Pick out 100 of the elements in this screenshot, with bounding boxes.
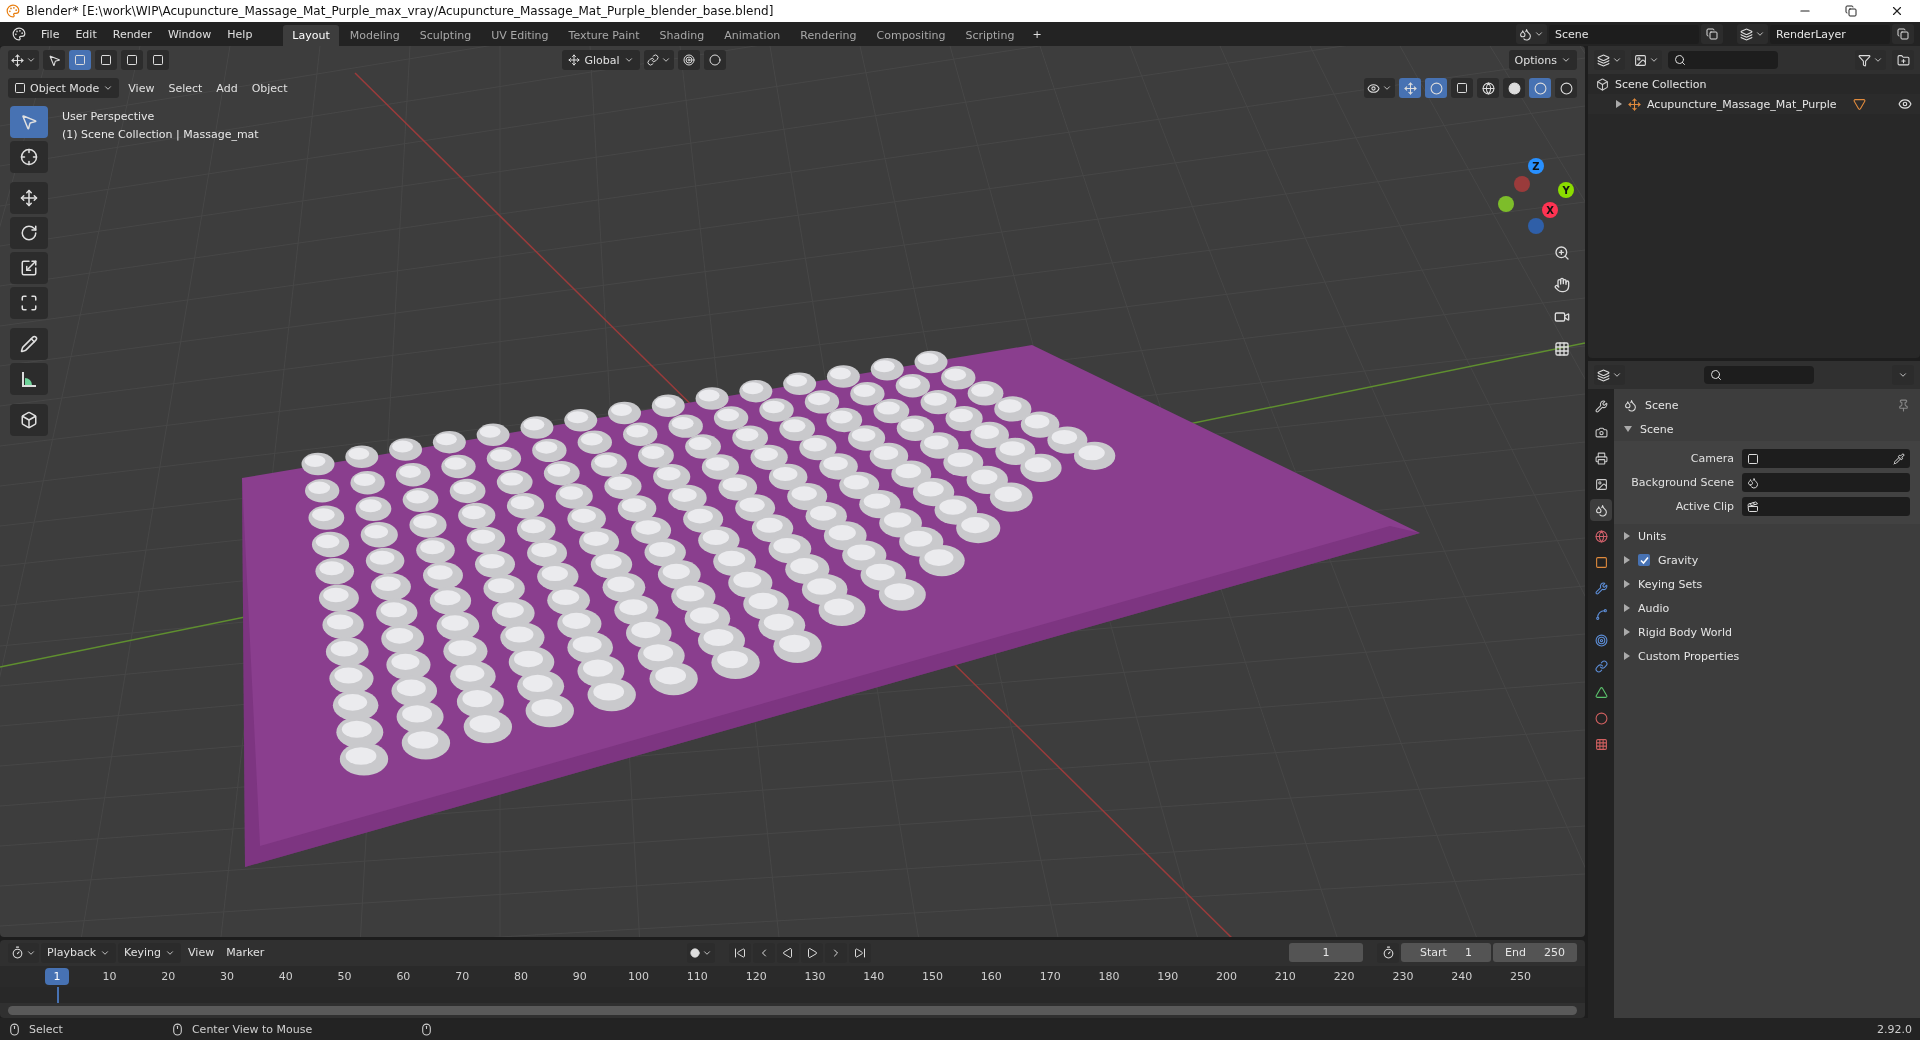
- panel-header[interactable]: Custom Properties: [1638, 649, 1740, 663]
- new-scene-button[interactable]: [1701, 24, 1723, 44]
- transform-orientation-dropdown[interactable]: Global: [562, 50, 640, 70]
- timeline-menu-item[interactable]: View: [183, 944, 220, 962]
- add-cube-tool-button[interactable]: [10, 404, 48, 436]
- select-mode-button[interactable]: [95, 50, 117, 70]
- editor-type-button[interactable]: [8, 942, 39, 963]
- menu-item[interactable]: File: [34, 25, 67, 43]
- editor-type-button[interactable]: [8, 50, 39, 70]
- preview-range-button[interactable]: [1377, 942, 1399, 963]
- new-collection-button[interactable]: [1892, 50, 1914, 70]
- select-mode-button[interactable]: [121, 50, 143, 70]
- workspace-tab[interactable]: Animation: [715, 24, 790, 46]
- checkbox[interactable]: [1638, 554, 1650, 566]
- viewport-menu-item[interactable]: Add: [211, 79, 243, 97]
- menu-item[interactable]: Render: [105, 25, 159, 43]
- panel-header[interactable]: Keying Sets: [1638, 577, 1703, 591]
- panel-header[interactable]: Scene: [1640, 422, 1674, 436]
- tweak-tool-button[interactable]: [43, 50, 65, 70]
- keying-dropdown[interactable]: Keying: [118, 942, 182, 963]
- play-reverse-button[interactable]: [777, 942, 800, 963]
- view-layer-field[interactable]: RenderLayer: [1770, 24, 1890, 44]
- viewport-menu-item[interactable]: Object: [246, 79, 293, 97]
- mode-dropdown[interactable]: Object Mode: [8, 78, 120, 98]
- playback-dropdown[interactable]: Playback: [41, 942, 117, 963]
- display-mode-button[interactable]: [1594, 50, 1625, 70]
- solid-shading-button[interactable]: [1503, 78, 1525, 98]
- visibility-icon[interactable]: [1898, 97, 1912, 111]
- viewport-menu-item[interactable]: View: [123, 79, 160, 97]
- horizontal-scrollbar[interactable]: [8, 1006, 1577, 1015]
- scene-field[interactable]: Scene: [1549, 24, 1699, 44]
- expand-arrow-icon[interactable]: [1616, 100, 1622, 108]
- overlay-toggle-button[interactable]: [1425, 78, 1447, 98]
- panel-header[interactable]: Audio: [1638, 601, 1670, 615]
- workspace-tab[interactable]: Sculpting: [410, 24, 481, 46]
- clip-field[interactable]: [1742, 497, 1910, 516]
- annotate-tool-button[interactable]: [10, 328, 48, 360]
- options-dropdown[interactable]: Options: [1508, 50, 1577, 70]
- negative-y-axis-handle[interactable]: [1498, 196, 1514, 212]
- workspace-tab[interactable]: Modeling: [340, 24, 409, 46]
- x-axis-handle[interactable]: X: [1542, 202, 1558, 218]
- move-tool-button[interactable]: [10, 182, 48, 214]
- measure-tool-button[interactable]: [10, 363, 48, 395]
- select-mode-button[interactable]: [69, 50, 91, 70]
- z-axis-handle[interactable]: Z: [1528, 158, 1544, 174]
- proportional-edit-button[interactable]: [703, 50, 726, 70]
- rotate-tool-button[interactable]: [10, 217, 48, 249]
- y-axis-handle[interactable]: Y: [1558, 182, 1574, 198]
- snap-button[interactable]: [677, 50, 700, 70]
- menu-item[interactable]: Window: [160, 25, 219, 43]
- menu-item[interactable]: Help: [220, 25, 260, 43]
- negative-x-axis-handle[interactable]: [1514, 176, 1530, 192]
- panel-header[interactable]: Gravity: [1658, 553, 1699, 567]
- camera-field[interactable]: [1742, 449, 1910, 468]
- viewport-menu-item[interactable]: Select: [163, 79, 208, 97]
- workspace-tab[interactable]: Layout: [283, 24, 339, 46]
- scene-properties-tab[interactable]: [1590, 499, 1612, 521]
- visibility-button[interactable]: [1364, 78, 1395, 98]
- expand-arrow-icon[interactable]: [1624, 652, 1630, 660]
- workspace-tab[interactable]: Shading: [650, 24, 714, 46]
- play-button[interactable]: [801, 942, 824, 963]
- outliner-item[interactable]: Scene Collection: [1615, 77, 1707, 91]
- panel-header[interactable]: Rigid Body World: [1638, 625, 1732, 639]
- wireframe-shading-button[interactable]: [1477, 78, 1499, 98]
- workspace-tab[interactable]: Rendering: [791, 24, 866, 46]
- workspace-tab[interactable]: UV Editing: [482, 24, 558, 46]
- playhead-frame-marker[interactable]: 1: [45, 967, 69, 985]
- end-frame-field[interactable]: End 250: [1493, 943, 1577, 963]
- pin-icon[interactable]: [1897, 398, 1910, 412]
- negative-z-axis-handle[interactable]: [1528, 218, 1544, 234]
- new-view-layer-button[interactable]: [1892, 24, 1914, 44]
- scale-tool-button[interactable]: [10, 252, 48, 284]
- current-frame-field[interactable]: 1: [1289, 943, 1363, 963]
- scene-field[interactable]: [1742, 473, 1910, 492]
- material-shading-button[interactable]: [1529, 78, 1551, 98]
- add-workspace-button[interactable]: +: [1025, 25, 1049, 43]
- menu-item[interactable]: Edit: [68, 25, 104, 43]
- timeline-menu-item[interactable]: Marker: [221, 944, 270, 962]
- expand-arrow-icon[interactable]: [1624, 532, 1630, 540]
- select-tool-button[interactable]: [10, 106, 48, 138]
- search-field[interactable]: [1703, 366, 1814, 384]
- expand-arrow-icon[interactable]: [1624, 604, 1630, 612]
- rendered-shading-button[interactable]: [1555, 78, 1577, 98]
- scene-selector-button[interactable]: [1516, 24, 1547, 44]
- workspace-tab[interactable]: Scripting: [956, 24, 1024, 46]
- view-layer-selector-button[interactable]: [1737, 24, 1768, 44]
- xray-button[interactable]: [1451, 78, 1473, 98]
- expand-arrow-icon[interactable]: [1624, 556, 1630, 564]
- outliner-item[interactable]: Acupuncture_Massage_Mat_Purple: [1647, 97, 1837, 111]
- pivot-point-button[interactable]: [643, 50, 674, 70]
- jump-end-button[interactable]: [849, 942, 872, 963]
- search-field[interactable]: [1668, 51, 1778, 69]
- editor-type-button[interactable]: [1594, 365, 1625, 385]
- start-frame-field[interactable]: Start 1: [1401, 943, 1491, 963]
- gizmo-toggle-button[interactable]: [1399, 78, 1421, 98]
- filter-button[interactable]: [1855, 50, 1886, 70]
- view-layer-button[interactable]: [1631, 50, 1662, 70]
- jump-start-button[interactable]: [729, 942, 752, 963]
- cursor-tool-button[interactable]: [10, 141, 48, 173]
- expand-arrow-icon[interactable]: [1624, 628, 1630, 636]
